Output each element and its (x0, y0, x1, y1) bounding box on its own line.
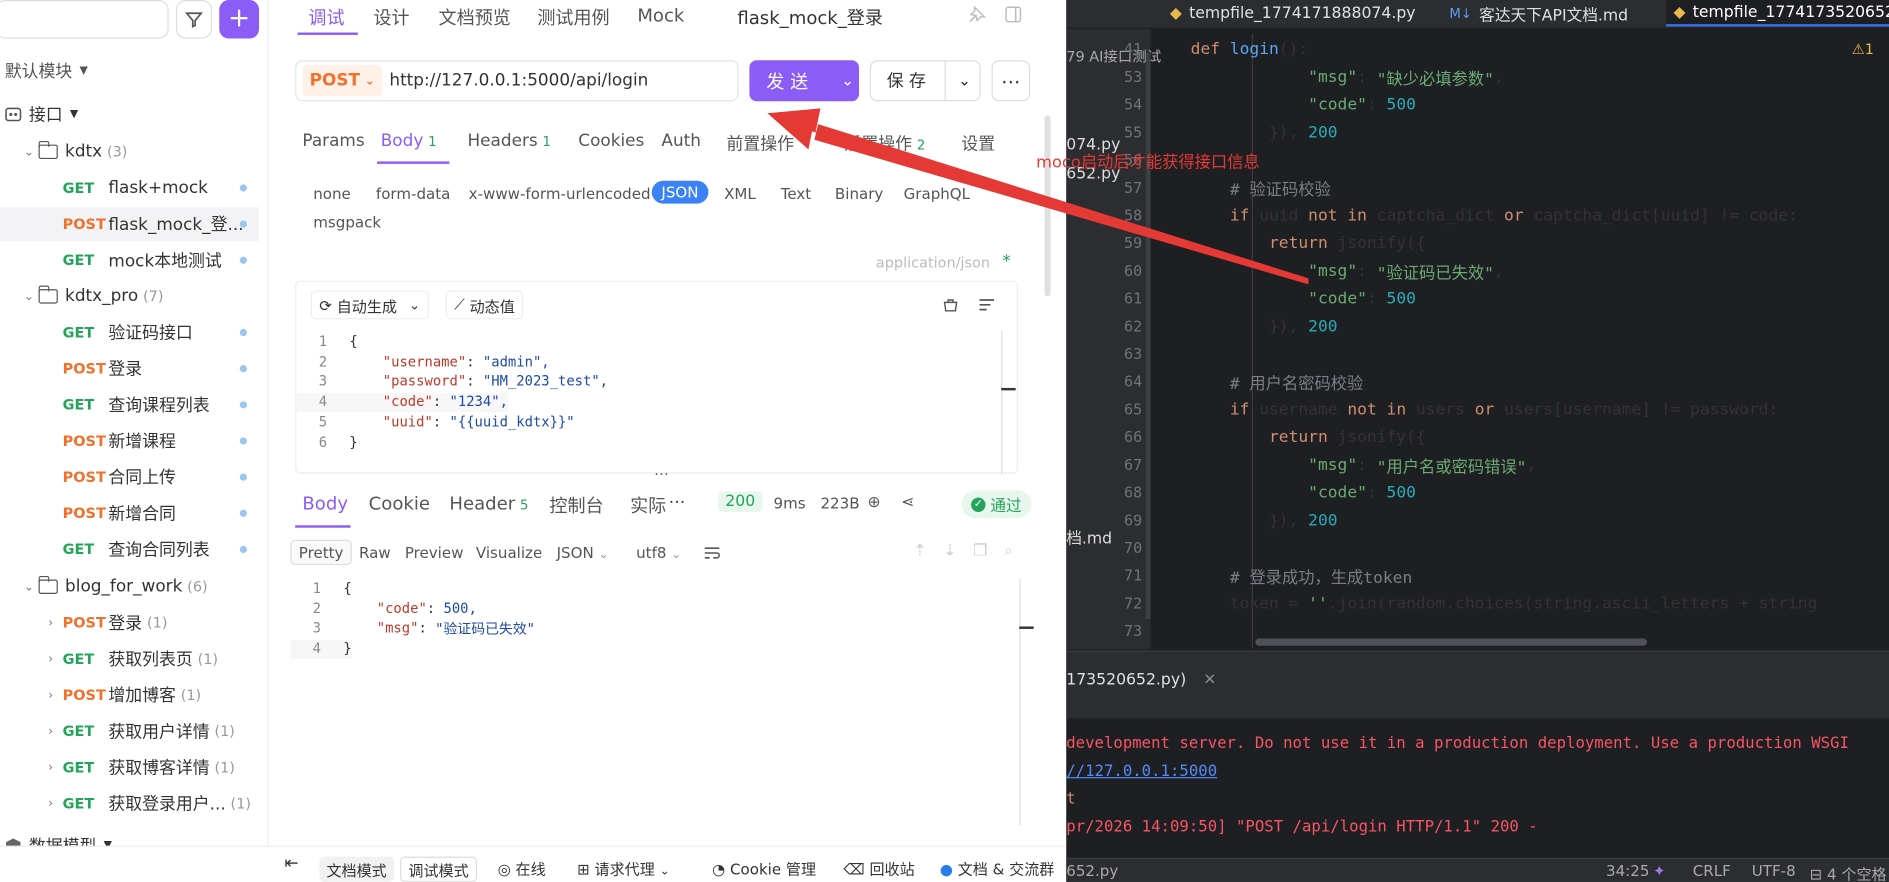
annotation-text: moco启动后才能获得接口信息 (1036, 153, 1260, 173)
annotation-arrow (767, 108, 1309, 285)
screen: + 默认模块 ▼ 接口 ▼ ⌄ kdtx (3) GET flask+mock POST… (0, 0, 1889, 882)
